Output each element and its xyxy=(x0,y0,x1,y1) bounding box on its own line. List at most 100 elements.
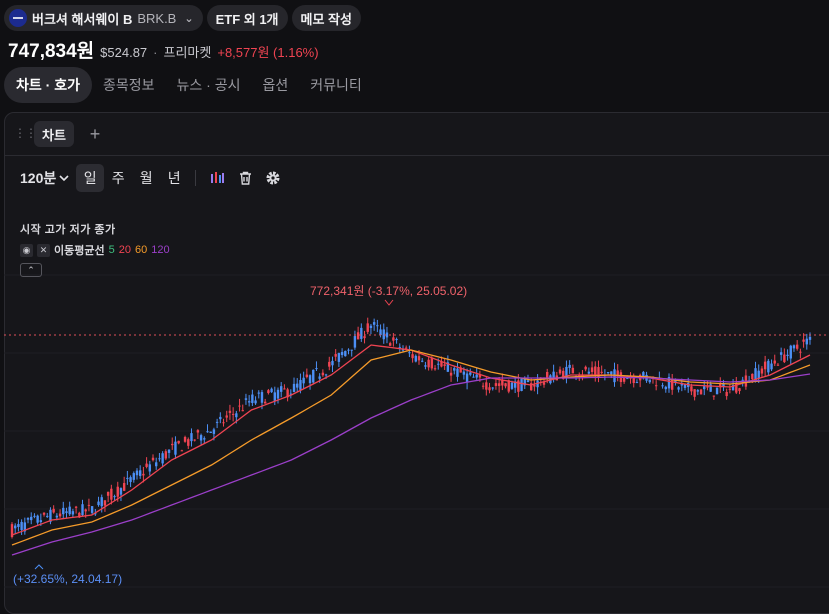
candle-body xyxy=(520,378,523,391)
candle-body xyxy=(600,371,603,373)
candle-body xyxy=(74,506,78,508)
candle-body xyxy=(318,376,321,379)
chart-panel-tab[interactable]: 차트 xyxy=(34,121,74,147)
low-marker-icon xyxy=(34,564,44,570)
candle-body xyxy=(510,382,514,389)
price-row: 747,834원 $524.87 · 프리마켓 +8,577원 (1.16%) xyxy=(8,36,319,63)
candle-body xyxy=(571,367,575,374)
candle-body xyxy=(151,457,155,461)
candle-body xyxy=(87,504,91,506)
candle-body xyxy=(344,350,347,357)
candle-body xyxy=(30,516,33,521)
visibility-icon[interactable]: ◉ xyxy=(20,243,33,257)
candle-body xyxy=(542,382,546,385)
candle-body xyxy=(308,375,312,384)
collapse-legend-button[interactable]: ⌃ xyxy=(20,263,42,277)
stock-ticker: BRK.B xyxy=(137,10,177,26)
close-icon[interactable]: ✕ xyxy=(37,243,50,257)
candle-body xyxy=(331,360,334,366)
candle-body xyxy=(33,515,36,517)
candle-body xyxy=(350,349,353,351)
candle-body xyxy=(135,470,139,476)
candle-body xyxy=(177,440,180,444)
candle-body xyxy=(504,383,507,387)
candle-body xyxy=(100,497,103,507)
candle-body xyxy=(453,368,456,371)
ma-title: 이동평균선 xyxy=(54,245,105,257)
candle-body xyxy=(786,354,789,356)
tab-options[interactable]: 옵션 xyxy=(251,67,299,103)
drag-handle-icon[interactable]: ⋮⋮ xyxy=(14,126,37,140)
candle-body xyxy=(315,368,318,370)
candle-body xyxy=(174,441,177,455)
candle-body xyxy=(360,327,363,339)
candle-body xyxy=(148,464,152,472)
candle-body xyxy=(55,515,59,518)
candle-body xyxy=(715,387,719,395)
candle-body xyxy=(296,383,299,388)
tab-stock-info[interactable]: 종목정보 xyxy=(92,67,166,103)
candle-body xyxy=(84,509,87,512)
memo-button[interactable]: 메모 작성 xyxy=(291,5,361,31)
candle-body xyxy=(465,373,469,383)
candle-body xyxy=(353,336,357,348)
candle-body xyxy=(292,383,296,392)
candle-body xyxy=(779,352,783,355)
candle-body xyxy=(741,379,744,381)
tab-news[interactable]: 뉴스 · 공시 xyxy=(166,67,252,103)
candle-body xyxy=(81,504,84,516)
candle-body xyxy=(20,521,23,530)
candle-body xyxy=(52,508,55,513)
candle-body xyxy=(247,401,251,403)
candle-body xyxy=(122,483,126,491)
candle-body xyxy=(231,413,235,415)
candle-body xyxy=(456,368,459,377)
candle-body xyxy=(39,520,43,523)
candle-body xyxy=(65,511,68,513)
candle-body xyxy=(488,387,491,391)
etf-badge[interactable]: ETF 외 1개 xyxy=(206,5,288,31)
candle-body xyxy=(36,515,39,523)
candle-body xyxy=(113,496,116,498)
candle-body xyxy=(267,390,270,394)
candle-body xyxy=(158,458,161,460)
candle-body xyxy=(187,439,190,446)
candle-body xyxy=(71,511,75,515)
candle-body xyxy=(164,451,168,459)
candle-body xyxy=(215,421,219,423)
tab-community[interactable]: 커뮤니티 xyxy=(299,67,373,103)
stock-selector[interactable]: 버크셔 해서웨이 B BRK.B ⌄ xyxy=(4,5,203,31)
candle-body xyxy=(324,374,328,376)
candle-body xyxy=(395,339,398,341)
candle-body xyxy=(430,358,434,369)
price-chart[interactable] xyxy=(4,155,829,601)
candle-body xyxy=(26,518,30,520)
candle-body xyxy=(366,323,369,332)
candle-body xyxy=(238,405,241,407)
candle-body xyxy=(568,364,571,368)
candle-body xyxy=(728,388,732,390)
candle-body xyxy=(469,372,472,375)
candle-body xyxy=(792,345,796,349)
candle-body xyxy=(263,401,267,404)
candle-body xyxy=(757,370,760,379)
candle-body xyxy=(379,329,382,336)
candle-body xyxy=(280,386,283,392)
candle-body xyxy=(584,366,587,370)
add-tab-icon[interactable]: + xyxy=(84,121,106,147)
candle-body xyxy=(193,439,196,441)
candle-body xyxy=(228,410,232,413)
candle-body xyxy=(254,400,257,404)
candle-body xyxy=(414,355,418,362)
high-marker-icon xyxy=(384,299,394,306)
tab-chart-orderbook[interactable]: 차트 · 호가 xyxy=(4,67,92,103)
candle-body xyxy=(795,344,799,349)
candle-body xyxy=(481,385,485,387)
candle-body xyxy=(276,389,280,399)
candle-body xyxy=(260,392,264,403)
candle-body xyxy=(356,332,360,340)
candle-body xyxy=(347,349,350,351)
candle-body xyxy=(196,430,200,433)
candle-body xyxy=(244,398,248,400)
candle-body xyxy=(475,374,478,378)
